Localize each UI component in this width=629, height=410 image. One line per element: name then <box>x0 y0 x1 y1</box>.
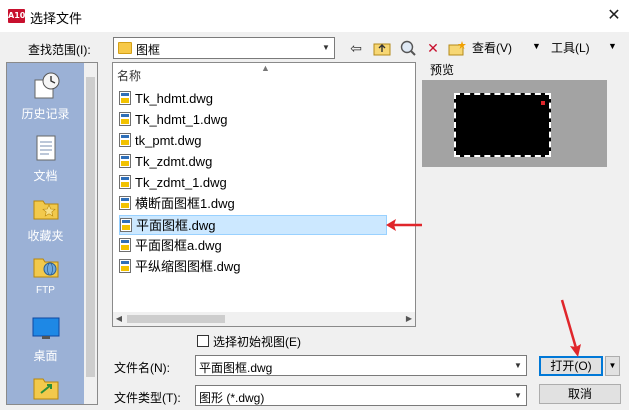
preview-pane <box>422 80 607 167</box>
annotation-arrow-open <box>560 299 581 357</box>
file-item[interactable]: Tk_hdmt.dwg <box>119 89 387 109</box>
file-item[interactable]: 横断面图框1.dwg <box>119 194 387 214</box>
filetype-dropdown[interactable]: 图形 (*.dwg) ▼ <box>195 385 527 406</box>
look-in-label: 查找范围(I): <box>28 43 91 57</box>
cancel-button[interactable]: 取消 <box>539 384 621 404</box>
up-folder-button[interactable] <box>371 37 393 59</box>
ftp-icon <box>33 258 58 278</box>
search-icon <box>400 40 416 56</box>
place-history[interactable]: 历史记录 <box>7 71 84 122</box>
folder-up-icon <box>373 43 391 56</box>
view-menu-chevron-icon[interactable]: ▼ <box>532 41 541 51</box>
filename-field[interactable]: 平面图框.dwg ▼ <box>195 355 527 376</box>
place-documents[interactable]: 文档 <box>7 133 84 184</box>
column-header-name[interactable]: 名称 <box>117 67 141 84</box>
tools-menu-chevron-icon[interactable]: ▼ <box>608 41 617 51</box>
scroll-right-icon[interactable]: ▶ <box>403 312 415 326</box>
places-scroll-thumb[interactable] <box>86 77 95 377</box>
dwg-file-icon <box>119 133 131 147</box>
dwg-file-icon <box>119 196 131 210</box>
annotation-arrow-file <box>386 219 422 231</box>
dwg-file-icon <box>119 175 131 189</box>
title-bar: A10 选择文件 ✕ <box>0 0 629 32</box>
tools-menu[interactable]: 工具(L) <box>551 39 590 56</box>
history-icon <box>34 72 59 99</box>
dwg-file-icon <box>120 218 132 232</box>
look-in-dropdown[interactable]: 图框 ▼ <box>113 37 335 59</box>
new-folder-icon <box>448 41 466 56</box>
window-title: 选择文件 <box>30 11 83 26</box>
sort-ascending-icon: ▲ <box>261 63 270 73</box>
dwg-file-icon <box>119 112 131 126</box>
place-ftp[interactable]: FTP <box>7 251 84 296</box>
file-list-hscrollbar[interactable]: ◀ ▶ <box>113 312 415 326</box>
dwg-file-icon <box>119 238 131 252</box>
preview-thumbnail <box>454 93 551 157</box>
place-more[interactable] <box>7 371 84 401</box>
places-bar: 历史记录 文档 收藏夹 FTP 桌面 <box>6 62 98 405</box>
filetype-label: 文件类型(T): <box>114 391 181 405</box>
folder-icon <box>118 42 132 54</box>
favorites-icon <box>33 200 58 220</box>
filetype-value: 图形 (*.dwg) <box>199 391 265 405</box>
dwg-file-icon <box>119 259 131 273</box>
autocad-app-icon: A10 <box>8 9 25 23</box>
chevron-down-icon[interactable]: ▼ <box>510 356 526 375</box>
open-options-button[interactable]: ▼ <box>605 356 620 376</box>
dwg-file-icon <box>119 154 131 168</box>
file-list[interactable]: 名称 ▲ Tk_hdmt.dwg Tk_hdmt_1.dwg tk_pmt.dw… <box>112 62 416 327</box>
places-list: 历史记录 文档 收藏夹 FTP 桌面 <box>7 63 84 404</box>
scroll-left-icon[interactable]: ◀ <box>113 312 125 326</box>
desktop-icon <box>32 317 59 339</box>
file-item[interactable]: 平面图框a.dwg <box>119 236 387 256</box>
filename-label: 文件名(N): <box>114 361 170 375</box>
preview-mark <box>541 101 545 105</box>
file-item[interactable]: Tk_hdmt_1.dwg <box>119 110 387 130</box>
chevron-down-icon: ▼ <box>322 43 330 52</box>
filename-value: 平面图框.dwg <box>199 361 273 375</box>
new-folder-button[interactable] <box>446 37 468 59</box>
preview-label: 预览 <box>430 63 455 77</box>
folder-arrow-icon <box>33 378 58 400</box>
place-favorites[interactable]: 收藏夹 <box>7 193 84 244</box>
initial-view-checkbox[interactable] <box>197 335 209 347</box>
delete-button[interactable]: ✕ <box>424 37 442 59</box>
file-item[interactable]: tk_pmt.dwg <box>119 131 387 151</box>
close-button[interactable]: ✕ <box>599 0 629 32</box>
file-item[interactable]: Tk_zdmt_1.dwg <box>119 173 387 193</box>
file-item[interactable]: 平纵缩图图框.dwg <box>119 257 387 277</box>
hscroll-thumb[interactable] <box>127 315 225 323</box>
view-menu[interactable]: 查看(V) <box>472 39 512 56</box>
file-item[interactable]: Tk_zdmt.dwg <box>119 152 387 172</box>
search-web-button[interactable] <box>397 37 419 59</box>
back-button[interactable]: ⇦ <box>346 37 366 59</box>
file-item-selected[interactable]: 平面图框.dwg <box>119 215 387 235</box>
documents-icon <box>36 135 55 161</box>
initial-view-label: 选择初始视图(E) <box>213 335 301 349</box>
place-desktop[interactable]: 桌面 <box>7 315 84 364</box>
chevron-down-icon[interactable]: ▼ <box>510 386 526 405</box>
dwg-file-icon <box>119 91 131 105</box>
places-scrollbar[interactable] <box>84 63 97 404</box>
look-in-value: 图框 <box>136 43 161 57</box>
